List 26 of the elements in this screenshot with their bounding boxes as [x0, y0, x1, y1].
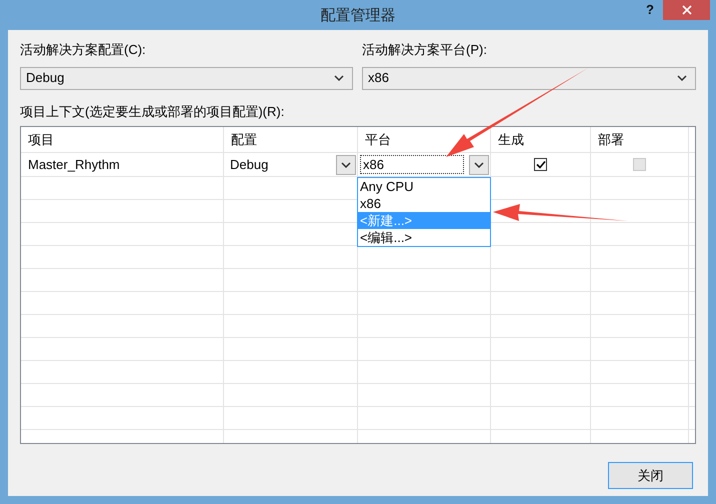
table-cell: Master_Rhythm: [21, 153, 224, 176]
field-label: 活动解决方案配置(C):: [20, 41, 147, 59]
dropdown-option[interactable]: <编辑...>: [358, 229, 490, 246]
column-header: 项目: [21, 127, 224, 152]
dropdown[interactable]: Debug: [20, 66, 353, 90]
dropdown[interactable]: x86: [362, 66, 696, 90]
close-dialog-button[interactable]: 关闭: [608, 462, 693, 489]
dropdown-button[interactable]: [336, 154, 356, 174]
chevron-down-icon: [341, 162, 351, 168]
dropdown-option[interactable]: Any CPU: [358, 178, 490, 195]
dropdown-option[interactable]: x86: [358, 195, 490, 212]
dropdown-button[interactable]: [469, 154, 489, 174]
help-button[interactable]: ?: [637, 0, 663, 20]
checkbox[interactable]: [534, 158, 547, 171]
section-label: 项目上下文(选定要生成或部署的项目配置)(R):: [20, 102, 286, 121]
column-header: 配置: [224, 127, 358, 152]
chevron-down-icon: [677, 75, 687, 81]
column-header: 部署: [591, 127, 689, 152]
field-label: 活动解决方案平台(P):: [362, 41, 488, 59]
chevron-down-icon: [334, 75, 344, 81]
platform-field[interactable]: x86: [360, 155, 464, 174]
chevron-down-icon: [474, 162, 484, 168]
window-title: 配置管理器: [320, 6, 396, 26]
cell-value: Debug: [230, 156, 268, 174]
close-button[interactable]: [663, 0, 710, 20]
close-icon: [682, 5, 692, 15]
